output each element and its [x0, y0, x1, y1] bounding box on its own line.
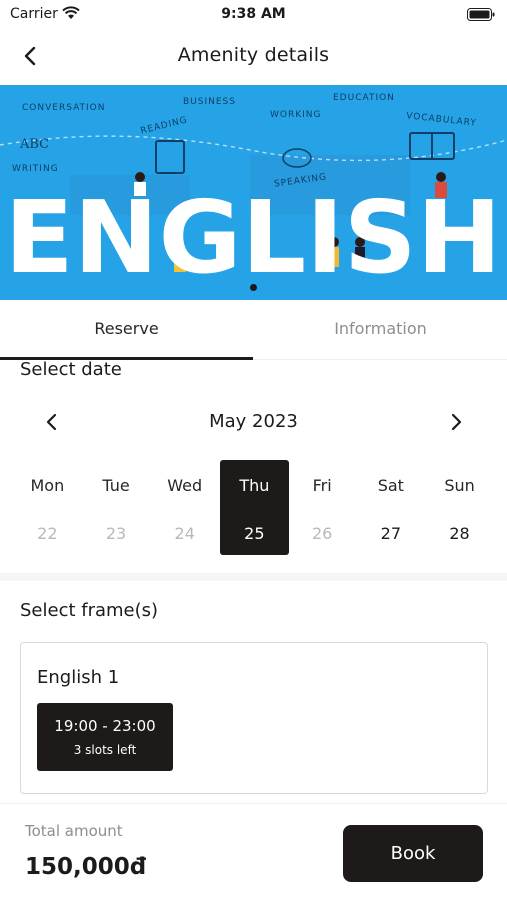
day-name: Sun: [444, 476, 475, 495]
day-name: Sat: [377, 476, 404, 495]
tab-information[interactable]: Information: [254, 305, 507, 360]
section-divider: [0, 573, 507, 581]
day-number: 22: [37, 524, 58, 543]
day-name: Mon: [30, 476, 65, 495]
booking-footer: Total amount 150,000đ Book: [0, 803, 507, 900]
day-number: 28: [449, 524, 470, 543]
frame-name: English 1: [37, 667, 120, 688]
banner-word-conversation: CONVERSATION: [22, 103, 106, 113]
day-number: 24: [174, 524, 195, 543]
day-cell-wed[interactable]: Wed 24: [150, 460, 219, 555]
day-name: Fri: [312, 476, 332, 495]
select-date-title: Select date: [20, 359, 122, 380]
banner-word-abc: ABC: [20, 137, 50, 152]
day-number: 25: [244, 524, 265, 543]
banner-word-education: EDUCATION: [333, 93, 395, 103]
slot-time: 19:00 - 23:00: [54, 717, 156, 735]
banner-word-writing: WRITING: [12, 164, 59, 174]
day-cell-fri[interactable]: Fri 26: [288, 460, 357, 555]
month-navigator: May 2023: [0, 402, 507, 442]
time-slot-button[interactable]: 19:00 - 23:00 3 slots left: [37, 703, 173, 771]
battery-icon: [467, 8, 495, 21]
day-cell-thu[interactable]: Thu 25: [220, 460, 289, 555]
select-frame-title: Select frame(s): [20, 600, 159, 621]
day-name: Tue: [102, 476, 130, 495]
book-button[interactable]: Book: [343, 825, 483, 882]
slot-availability: 3 slots left: [73, 743, 137, 757]
tab-reserve[interactable]: Reserve: [0, 305, 253, 360]
day-name: Thu: [239, 476, 270, 495]
banner-word-working: WORKING: [270, 110, 322, 120]
month-label: May 2023: [209, 411, 298, 432]
svg-text:ENGLISH: ENGLISH: [5, 186, 502, 281]
day-cell-sat[interactable]: Sat 27: [357, 460, 426, 555]
chevron-right-icon[interactable]: [444, 410, 468, 434]
banner-word-business: BUSINESS: [183, 97, 236, 107]
day-name: Wed: [167, 476, 203, 495]
nav-bar: Amenity details: [0, 34, 507, 78]
total-amount-value: 150,000đ: [25, 854, 147, 880]
day-cell-sun[interactable]: Sun 28: [425, 460, 494, 555]
day-cell-tue[interactable]: Tue 23: [82, 460, 151, 555]
amenity-banner[interactable]: CONVERSATION BUSINESS WORKING EDUCATION …: [0, 85, 507, 300]
day-number: 26: [311, 524, 333, 543]
total-amount-label: Total amount: [25, 822, 123, 840]
status-time: 9:38 AM: [221, 6, 286, 22]
week-day-picker: Mon 22 Tue 23 Wed 24 Thu 25 Fri 26 Sat 2…: [13, 460, 494, 556]
frame-card: English 1 19:00 - 23:00 3 slots left: [20, 642, 488, 794]
page-title: Amenity details: [177, 44, 330, 66]
status-bar: Carrier 9:38 AM: [0, 0, 507, 30]
day-cell-mon[interactable]: Mon 22: [13, 460, 82, 555]
carousel-page-dot[interactable]: [250, 284, 257, 291]
day-number: 23: [105, 524, 127, 543]
banner-headline: ENGLISH: [5, 186, 502, 281]
tab-bar: Reserve Information: [0, 305, 507, 360]
day-number: 27: [380, 524, 402, 543]
